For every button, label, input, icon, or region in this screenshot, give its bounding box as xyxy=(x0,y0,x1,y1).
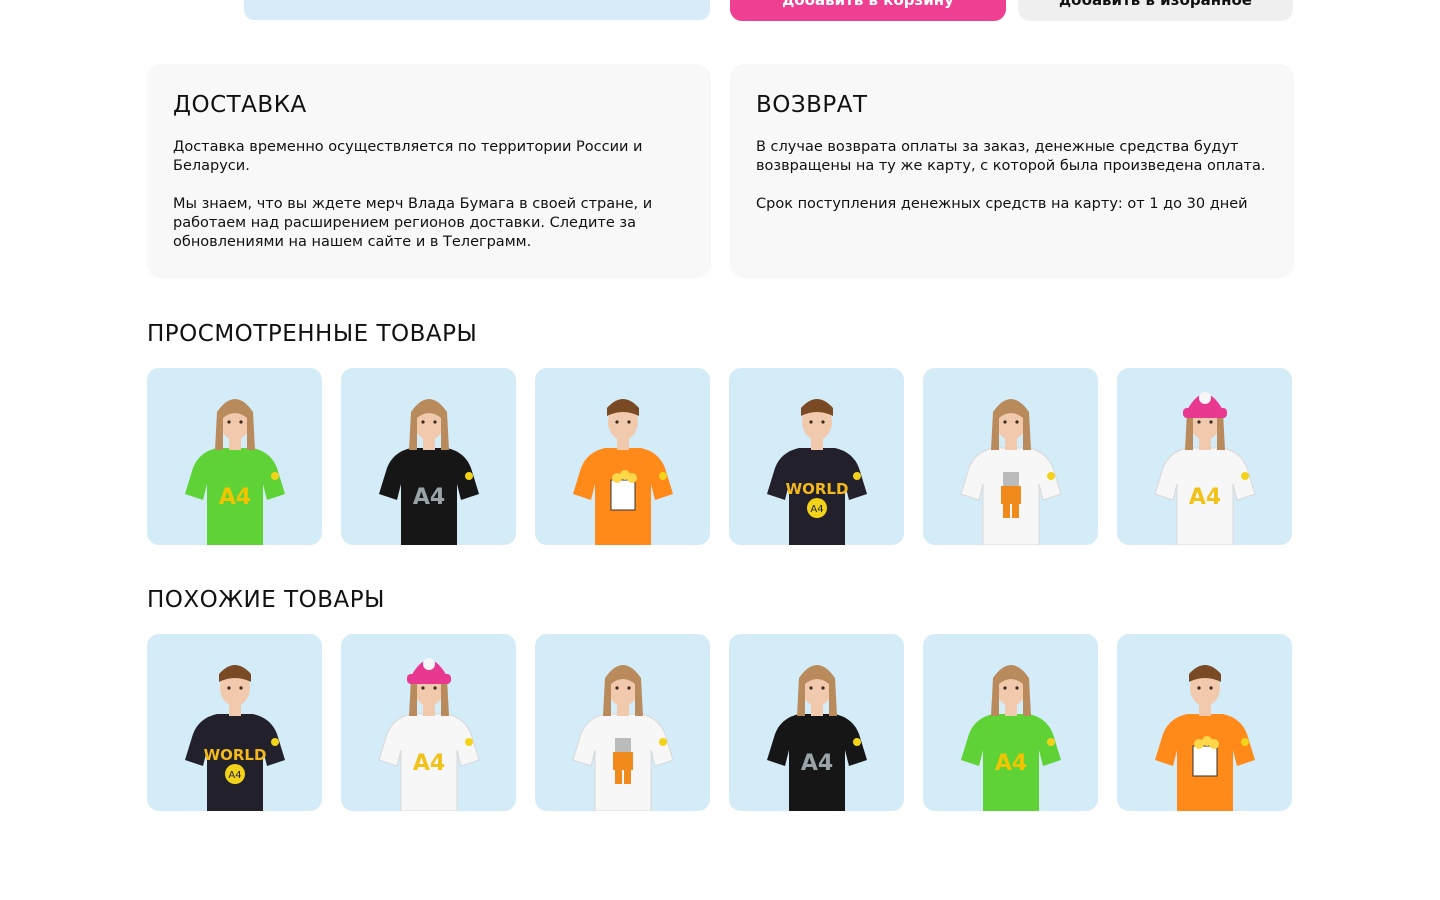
svg-text:A4: A4 xyxy=(801,751,833,776)
top-strip: добавить в корзину добавить в избранное xyxy=(0,0,1440,30)
viewed-product-card[interactable]: WORLD A4 xyxy=(729,368,904,545)
viewed-product-card[interactable] xyxy=(923,368,1098,545)
returns-title: ВОЗВРАТ xyxy=(756,92,868,118)
add-to-favorites-button[interactable]: добавить в избранное xyxy=(1018,0,1293,21)
viewed-product-card[interactable] xyxy=(535,368,710,545)
viewed-product-card[interactable]: A4 xyxy=(147,368,322,545)
similar-product-card[interactable]: A4 xyxy=(341,634,516,811)
product-image xyxy=(1155,665,1255,811)
similar-products-grid: WORLD A4 A4 A4 A4 xyxy=(147,634,1293,811)
product-image xyxy=(960,399,1062,545)
product-image: WORLD A4 xyxy=(767,399,867,545)
size-selector-field[interactable] xyxy=(244,0,710,20)
similar-product-card[interactable]: A4 xyxy=(923,634,1098,811)
product-image: A4 xyxy=(1154,392,1256,545)
svg-text:A4: A4 xyxy=(810,504,823,515)
viewed-products-grid: A4 A4 WORLD A4 A4 xyxy=(147,368,1293,545)
product-image: A4 xyxy=(767,665,867,811)
viewed-product-card[interactable]: A4 xyxy=(1117,368,1292,545)
returns-text: В случае возврата оплаты за заказ, денеж… xyxy=(756,139,1266,174)
viewed-products-title: ПРОСМОТРЕННЫЕ ТОВАРЫ xyxy=(147,321,478,347)
product-image: A4 xyxy=(379,399,479,545)
svg-text:A4: A4 xyxy=(228,770,241,781)
svg-text:A4: A4 xyxy=(413,485,445,510)
similar-product-card[interactable] xyxy=(1117,634,1292,811)
returns-text: Срок поступления денежных средств на кар… xyxy=(756,196,1248,212)
delivery-text: Мы знаем, что вы ждете мерч Влада Бумага… xyxy=(173,196,653,250)
svg-text:A4: A4 xyxy=(1189,485,1221,510)
similar-products-title: ПОХОЖИЕ ТОВАРЫ xyxy=(147,587,385,613)
returns-card: ВОЗВРАТ В случае возврата оплаты за зака… xyxy=(730,64,1294,278)
product-image: A4 xyxy=(185,399,285,545)
delivery-title: ДОСТАВКА xyxy=(173,92,307,118)
add-to-cart-button[interactable]: добавить в корзину xyxy=(730,0,1006,21)
delivery-text: Доставка временно осуществляется по терр… xyxy=(173,139,643,174)
svg-text:A4: A4 xyxy=(413,751,445,776)
product-image: WORLD A4 xyxy=(185,665,285,811)
svg-text:WORLD: WORLD xyxy=(204,746,267,764)
logo-icon xyxy=(160,0,212,16)
viewed-product-card[interactable]: A4 xyxy=(341,368,516,545)
product-image: A4 xyxy=(378,658,480,811)
similar-product-card[interactable]: WORLD A4 xyxy=(147,634,322,811)
similar-product-card[interactable]: A4 xyxy=(729,634,904,811)
product-image xyxy=(572,665,674,811)
svg-text:A4: A4 xyxy=(219,485,251,510)
product-image xyxy=(573,399,673,545)
product-image: A4 xyxy=(961,665,1061,811)
delivery-card: ДОСТАВКА Доставка временно осуществляетс… xyxy=(147,64,711,278)
similar-product-card[interactable] xyxy=(535,634,710,811)
svg-text:WORLD: WORLD xyxy=(786,480,849,498)
svg-text:A4: A4 xyxy=(995,751,1027,776)
